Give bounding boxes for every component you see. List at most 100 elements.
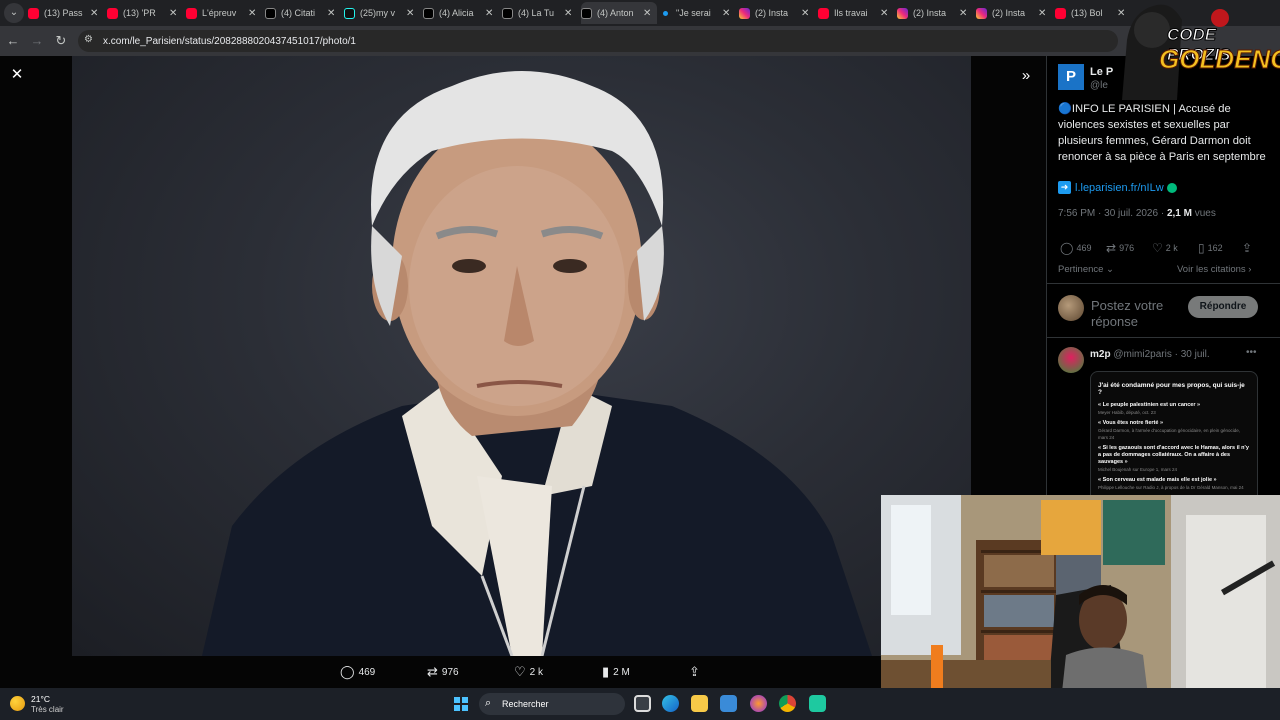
repost-icon: ⇄ [427, 664, 438, 679]
taskbar-search-label[interactable]: Rechercher [502, 699, 549, 709]
reply-author-name[interactable]: m2p [1090, 349, 1111, 360]
quote-source: Meyer Habib, député, oct. 23 [1098, 410, 1156, 415]
tweet-views-count: 2,1 M [1166, 208, 1192, 219]
file-explorer-icon[interactable] [691, 695, 708, 712]
x-icon [581, 7, 592, 19]
browser-tab[interactable]: (13) 'PR ✕ [107, 2, 183, 24]
panel-like-count: 2 k [1165, 243, 1178, 253]
panel-repost-button[interactable]: ⇄ 976 [1106, 241, 1134, 255]
reply-image-quotes: « Le peuple palestinien est un cancer » M… [1098, 402, 1250, 502]
site-settings-icon[interactable]: ⚙ [84, 33, 98, 47]
youtube-icon [818, 7, 829, 19]
view-quotes-link[interactable]: Voir les citations › [1177, 264, 1251, 275]
photo-views-action[interactable]: ▮ 2 M [602, 664, 630, 680]
tab-close-icon[interactable]: ✕ [643, 8, 651, 19]
browser-tab[interactable]: (2) Insta ✕ [739, 2, 815, 24]
browser-tab[interactable]: "Je serai ✕ [660, 2, 736, 24]
reply-author[interactable]: m2p @mimi2paris · 30 juil. [1090, 349, 1210, 360]
panel-like-button[interactable]: ♡ 2 k [1152, 241, 1178, 255]
photo-share-action[interactable]: ⇪ [689, 664, 704, 680]
photo-repost-action[interactable]: ⇄ 976 [427, 664, 459, 680]
author-handle[interactable]: @le [1090, 80, 1108, 91]
bookmark-icon: ▯ [1198, 241, 1205, 255]
instagram-icon [976, 7, 987, 19]
tweet-text: 🔵INFO LE PARISIEN | Accusé de violences … [1058, 103, 1266, 163]
divider [1047, 283, 1280, 284]
store-icon[interactable] [720, 695, 737, 712]
chrome-icon[interactable] [779, 695, 796, 712]
share-icon: ⇪ [689, 664, 700, 679]
tweet-link-text[interactable]: l.leparisien.fr/nILw [1075, 182, 1164, 194]
verified-icon [1166, 182, 1177, 193]
browser-tab[interactable]: (4) La Tu ✕ [502, 2, 578, 24]
close-icon[interactable]: ✕ [8, 66, 26, 84]
task-view-icon[interactable] [634, 695, 651, 712]
browser-tab[interactable]: L'épreuv ✕ [186, 2, 262, 24]
more-options-icon[interactable]: ••• [1246, 347, 1257, 358]
webcam-scene-illustration [881, 495, 1280, 720]
panel-bookmark-button[interactable]: ▯ 162 [1198, 241, 1223, 255]
search-icon: ⌕ [485, 697, 492, 709]
firefox-icon[interactable] [750, 695, 767, 712]
taskbar-search[interactable] [479, 693, 625, 715]
tweet-timestamp: 7:56 PM · 30 juil. 2026 · 2,1 M vues [1058, 208, 1216, 219]
browser-tab[interactable]: (13) Pass ✕ [28, 2, 104, 24]
tab-close-icon[interactable]: ✕ [880, 8, 888, 19]
tab-close-icon[interactable]: ✕ [327, 8, 335, 19]
sort-dropdown[interactable]: Pertinence ⌄ [1058, 264, 1114, 275]
windows-start-icon[interactable] [454, 697, 468, 711]
tweet-time: 7:56 PM · 30 juil. 2026 · [1058, 208, 1167, 219]
tab-close-icon[interactable]: ✕ [1038, 8, 1046, 19]
reply-icon: ◯ [1060, 241, 1074, 255]
browser-tab[interactable]: (4) Alicia ✕ [423, 2, 499, 24]
tab-close-icon[interactable]: ✕ [169, 8, 177, 19]
tweet-link[interactable]: ➜ l.leparisien.fr/nILw [1058, 181, 1177, 194]
author-avatar[interactable]: P [1058, 64, 1084, 90]
tab-title: (2) Insta [755, 8, 789, 18]
logo-text-bottom: GOLDENG [1158, 44, 1280, 75]
tiktok-icon [344, 7, 355, 19]
tab-close-icon[interactable]: ✕ [564, 8, 572, 19]
tweet-photo[interactable] [72, 56, 971, 656]
photo-reply-action[interactable]: ◯ 469 [340, 664, 375, 680]
tab-search-menu-icon[interactable]: ⌄ [4, 3, 24, 23]
youtube-icon [1055, 7, 1066, 19]
quote-item: « Le peuple palestinien est un cancer » M… [1098, 402, 1250, 416]
author-name[interactable]: Le P [1090, 66, 1113, 78]
instagram-icon [897, 7, 908, 19]
reload-icon[interactable]: ↻ [52, 32, 70, 50]
expand-panel-icon[interactable]: » [1016, 66, 1036, 86]
tab-close-icon[interactable]: ✕ [248, 8, 256, 19]
browser-tab[interactable]: (2) Insta ✕ [976, 2, 1052, 24]
tab-close-icon[interactable]: ✕ [406, 8, 414, 19]
x-icon [502, 7, 513, 19]
tab-close-icon[interactable]: ✕ [801, 8, 809, 19]
panel-share-button[interactable]: ⇪ [1242, 241, 1255, 255]
edge-icon[interactable] [662, 695, 679, 712]
panel-reply-button[interactable]: ◯ 469 [1060, 241, 1091, 255]
url-text[interactable]: x.com/le_Parisien/status/208288802043745… [103, 36, 356, 47]
browser-tab[interactable]: (4) Anton ✕ [581, 2, 657, 24]
reply-button[interactable]: Répondre [1188, 296, 1258, 318]
weather-sun-icon[interactable] [10, 696, 25, 711]
reply-author-avatar[interactable] [1058, 347, 1084, 373]
reply-image[interactable]: J'ai été condamné pour mes propos, qui s… [1090, 371, 1258, 511]
app-icon[interactable] [809, 695, 826, 712]
browser-tab[interactable]: (25)my v ✕ [344, 2, 420, 24]
reply-author-meta: @mimi2paris · 30 juil. [1110, 349, 1210, 360]
tab-close-icon[interactable]: ✕ [485, 8, 493, 19]
forward-arrow-icon[interactable]: → [28, 32, 46, 50]
browser-tab[interactable]: Ils travai ✕ [818, 2, 894, 24]
tab-close-icon[interactable]: ✕ [90, 8, 98, 19]
weather-temperature[interactable]: 21°C [31, 694, 50, 704]
photo-like-action[interactable]: ♡ 2 k [514, 664, 543, 680]
browser-tab[interactable]: (2) Insta ✕ [897, 2, 973, 24]
browser-tab[interactable]: (4) Citati ✕ [265, 2, 341, 24]
tab-close-icon[interactable]: ✕ [722, 8, 730, 19]
back-arrow-icon[interactable]: ← [4, 32, 22, 50]
tab-close-icon[interactable]: ✕ [959, 8, 967, 19]
weather-description[interactable]: Très clair [31, 705, 64, 714]
user-avatar[interactable] [1058, 295, 1084, 321]
reply-image-heading: J'ai été condamné pour mes propos, qui s… [1098, 382, 1245, 396]
reply-input[interactable]: Postez votre réponse [1091, 298, 1183, 328]
